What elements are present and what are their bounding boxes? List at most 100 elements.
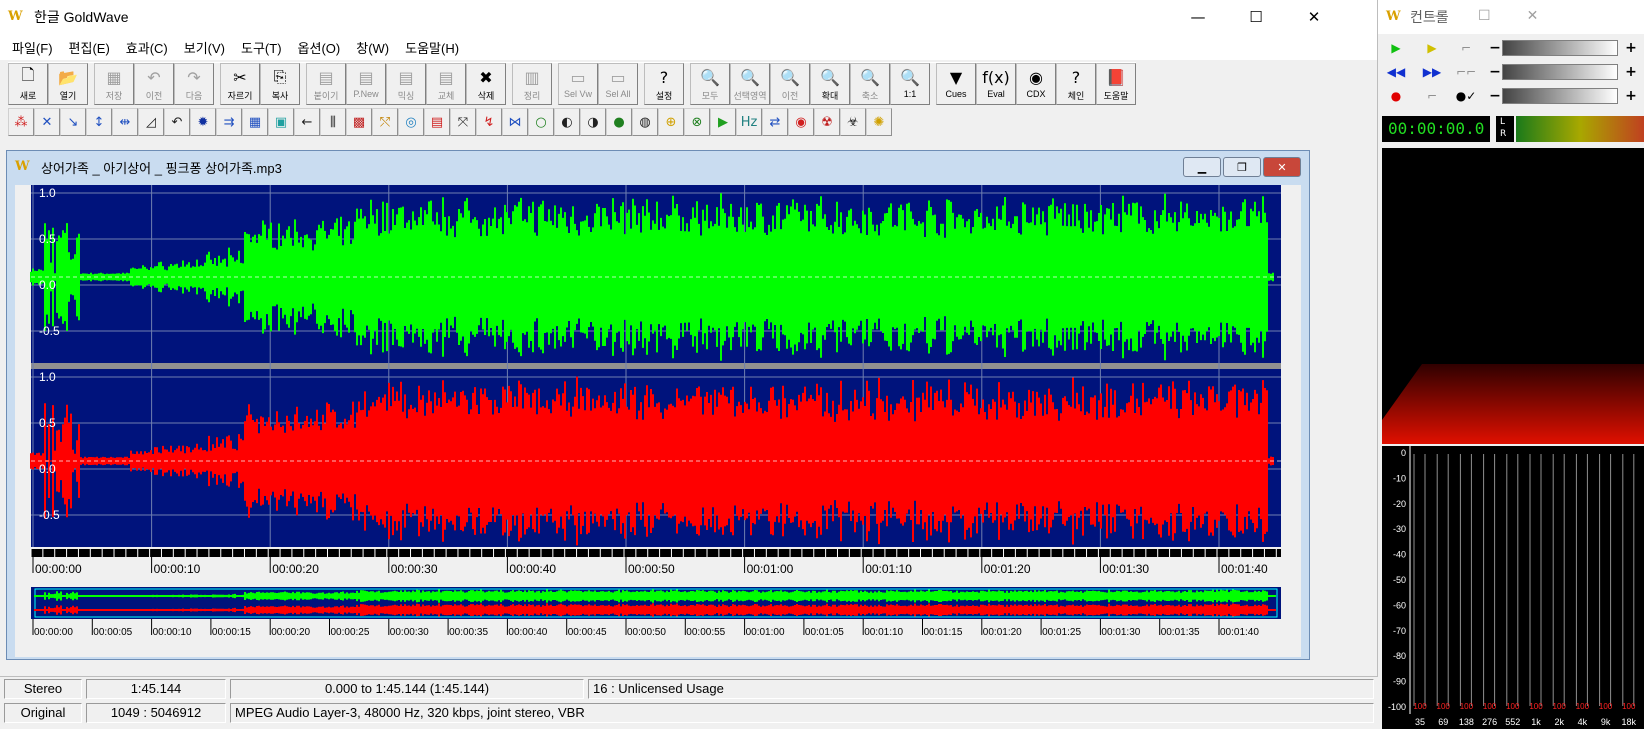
toolbar-button-select-all[interactable]: ▭ Sel All (598, 63, 638, 105)
menu-edit[interactable]: 편집(E) (61, 38, 118, 57)
effect-2-icon[interactable]: ✕ (34, 108, 60, 136)
toolbar-button-trim[interactable]: ▥ 정리 (512, 63, 552, 105)
toolbar-button-new-file[interactable]: 🗋 새로 (8, 63, 48, 105)
effect-34-icon[interactable]: ✺ (866, 108, 892, 136)
speed-slider[interactable] (1502, 88, 1618, 104)
pause-button[interactable]: ⌐ (1452, 38, 1480, 58)
effect-28-icon[interactable]: ▶ (710, 108, 736, 136)
y-tick-label: 0.5 (39, 232, 56, 246)
speed-plus-button[interactable]: + (1624, 88, 1638, 104)
balance-minus-button[interactable]: − (1488, 64, 1502, 80)
toolbar-button-zoom-selection[interactable]: 🔍 선택영역 (730, 63, 770, 105)
effect-30-icon[interactable]: ⇄ (762, 108, 788, 136)
menu-tools[interactable]: 도구(T) (233, 38, 290, 57)
effect-26-icon[interactable]: ⊕ (658, 108, 684, 136)
menu-options[interactable]: 옵션(O) (290, 38, 349, 57)
effect-4-icon[interactable]: ↕ (86, 108, 112, 136)
effect-5-icon[interactable]: ⇹ (112, 108, 138, 136)
doc-minimize-button[interactable]: ▁ (1183, 157, 1221, 177)
toolbar-button-select-view[interactable]: ▭ Sel Vw (558, 63, 598, 105)
record-pause-button[interactable]: ⌐ (1418, 86, 1446, 106)
new-file-icon: 🗋 (21, 64, 35, 84)
play-button[interactable]: ▶ (1382, 38, 1410, 58)
toolbar-button-zoom-out[interactable]: 🔍 축소 (850, 63, 890, 105)
volume-minus-button[interactable]: − (1488, 40, 1502, 56)
effect-8-icon[interactable]: ✹ (190, 108, 216, 136)
toolbar-button-eval-fx[interactable]: f(x) Eval (976, 63, 1016, 105)
effect-31-icon[interactable]: ◉ (788, 108, 814, 136)
waveform-area[interactable]: 1.0 0.5 0.0 -0.5 1.0 0.5 0.0 -0.5 00:00:00 00:00:… (15, 185, 1301, 657)
menu-view[interactable]: 보기(V) (176, 38, 233, 57)
effect-32-icon[interactable]: ☢ (814, 108, 840, 136)
toolbar-button-save-disk[interactable]: ▦ 저장 (94, 63, 134, 105)
toolbar-button-zoom-in[interactable]: 🔍 확대 (810, 63, 850, 105)
toolbar-button-paste-new[interactable]: ▤ P.New (346, 63, 386, 105)
rewind-button[interactable]: ◀◀ (1382, 62, 1410, 82)
toolbar-button-mix[interactable]: ▤ 믹싱 (386, 63, 426, 105)
effect-33-icon[interactable]: ☣ (840, 108, 866, 136)
effect-24-icon[interactable]: ● (606, 108, 632, 136)
toolbar-button-undo[interactable]: ↶ 이전 (134, 63, 174, 105)
toolbar-button-cut-scissors[interactable]: ✂ 자르기 (220, 63, 260, 105)
effect-22-icon[interactable]: ◐ (554, 108, 580, 136)
speed-minus-button[interactable]: − (1488, 88, 1502, 104)
doc-close-button[interactable]: ✕ (1263, 157, 1301, 177)
balance-plus-button[interactable]: + (1624, 64, 1638, 80)
toolbar-button-open-folder[interactable]: 📂 열기 (48, 63, 88, 105)
effect-7-icon[interactable]: ↶ (164, 108, 190, 136)
toolbar-button-replace[interactable]: ▤ 교체 (426, 63, 466, 105)
volume-slider[interactable] (1502, 40, 1618, 56)
effect-1-icon[interactable]: ⁂ (8, 108, 34, 136)
toolbar-button-cd-extract[interactable]: ◉ CDX (1016, 63, 1056, 105)
minimize-button[interactable]: — (1169, 0, 1227, 34)
close-button[interactable]: ✕ (1285, 0, 1343, 34)
maximize-button[interactable]: ☐ (1227, 0, 1285, 34)
toolbar-button-delete[interactable]: ✖ 삭제 (466, 63, 506, 105)
effect-29-icon[interactable]: Hz (736, 108, 762, 136)
play-selection-button[interactable]: ▶ (1418, 38, 1446, 58)
effect-15-icon[interactable]: ⤲ (372, 108, 398, 136)
toolbar-button-redo[interactable]: ↷ 다음 (174, 63, 214, 105)
effect-25-icon[interactable]: ◍ (632, 108, 658, 136)
menu-file[interactable]: 파일(F) (4, 38, 61, 57)
effect-3-icon[interactable]: ↘ (60, 108, 86, 136)
effect-12-icon[interactable]: ← (294, 108, 320, 136)
toolbar-button-zoom-all[interactable]: 🔍 모두 (690, 63, 730, 105)
toolbar-button-zoom-previous[interactable]: 🔍 이전 (770, 63, 810, 105)
effect-27-icon[interactable]: ⊗ (684, 108, 710, 136)
effect-23-icon[interactable]: ◑ (580, 108, 606, 136)
toolbar-button-zoom-1to1[interactable]: 🔍 1:1 (890, 63, 930, 105)
menu-window[interactable]: 창(W) (348, 38, 397, 57)
balance-slider[interactable] (1502, 64, 1618, 80)
effect-19-icon[interactable]: ↯ (476, 108, 502, 136)
effect-13-icon[interactable]: ⫼ (320, 108, 346, 136)
menu-help[interactable]: 도움말(H) (397, 38, 467, 57)
effect-17-icon[interactable]: ▤ (424, 108, 450, 136)
menu-effects[interactable]: 효과(C) (118, 38, 176, 57)
record-settings-button[interactable]: ●✓ (1452, 86, 1480, 106)
effect-21-icon[interactable]: ○ (528, 108, 554, 136)
effect-6-icon[interactable]: ◿ (138, 108, 164, 136)
record-button[interactable]: ● (1382, 86, 1410, 106)
effect-9-icon[interactable]: ⇉ (216, 108, 242, 136)
effect-11-icon[interactable]: ▣ (268, 108, 294, 136)
effect-10-icon[interactable]: ▦ (242, 108, 268, 136)
effect-16-icon[interactable]: ◎ (398, 108, 424, 136)
toolbar-button-cues[interactable]: ▼ Cues (936, 63, 976, 105)
waveform-display[interactable]: 1.0 0.5 0.0 -0.5 1.0 0.5 0.0 -0.5 00:00:00 00:00:… (15, 185, 1301, 657)
toolbar-button-paste[interactable]: ▤ 붙이기 (306, 63, 346, 105)
volume-plus-button[interactable]: + (1624, 40, 1638, 56)
control-maximize-button[interactable]: ☐ (1478, 8, 1491, 24)
effect-18-icon[interactable]: ⤧ (450, 108, 476, 136)
toolbar-button-help-book[interactable]: 📕 도움말 (1096, 63, 1136, 105)
control-minimize-button[interactable]: — (1428, 8, 1442, 24)
toolbar-button-set[interactable]: ? 설정 (644, 63, 684, 105)
toolbar-button-copy[interactable]: ⎘ 복사 (260, 63, 300, 105)
fast-forward-button[interactable]: ▶▶ (1418, 62, 1446, 82)
control-close-button[interactable]: ✕ (1527, 8, 1539, 24)
doc-restore-button[interactable]: ❐ (1223, 157, 1261, 177)
effect-14-icon[interactable]: ▩ (346, 108, 372, 136)
stop-button[interactable]: ⌐⌐ (1452, 62, 1480, 82)
effect-20-icon[interactable]: ⋈ (502, 108, 528, 136)
toolbar-button-chain-help[interactable]: ? 체인 (1056, 63, 1096, 105)
